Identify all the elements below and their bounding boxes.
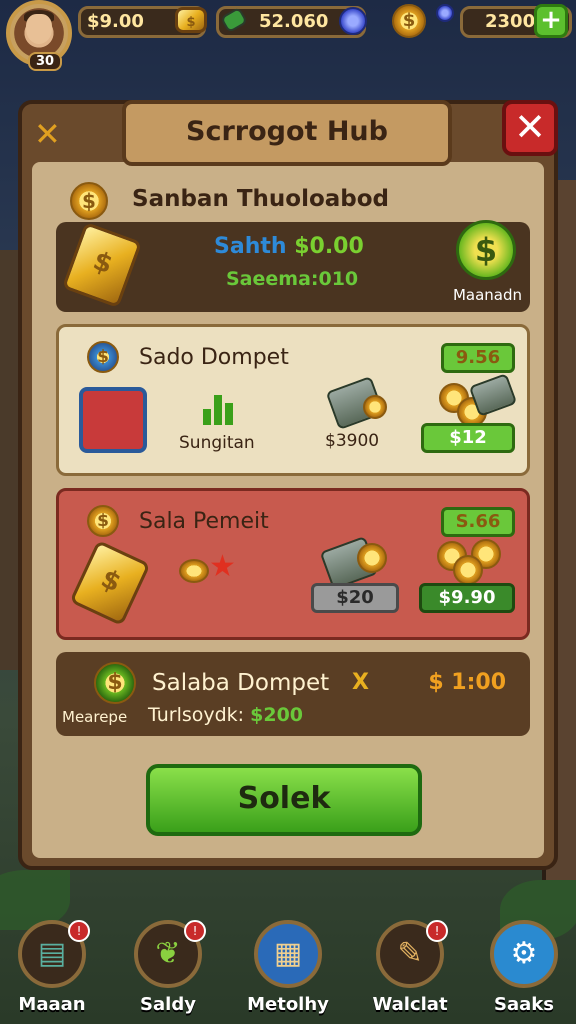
gold-counter[interactable]: $9.00 $ [78,6,207,38]
coin-pile-icon [453,555,483,585]
map-icon: ▤ [37,936,67,971]
wallet-price-button[interactable]: $9.90 [419,583,515,613]
gold-counter-value: $9.00 [87,11,144,32]
summary-amount: $ 1:00 [428,670,506,695]
blue-gem-icon [436,4,454,22]
wrench-icon: ✎ [397,936,423,971]
wallet-coin-icon: $ [87,341,119,373]
star-icon: ★ [209,549,236,584]
gold-bar-icon: $ [175,7,207,33]
nav-item-wrench[interactable]: ✎ ! Walclat [362,920,458,1024]
nav-circle: ▦ [254,920,322,988]
cash-icon [219,6,249,34]
bottom-navigation: ▤ ! Maaan ❦ ! Saldy ▦ Metolhy ✎ ! Walcla… [0,910,576,1024]
wallet-coin-icon: $ [87,505,119,537]
notification-badge: ! [184,920,206,942]
wallet-card[interactable]: $ Sado Dompet 9.56 Sungitan $3900 $12 [56,324,530,476]
summary-right-text: Turlsoydk: [148,704,245,726]
wallet-amount: $3900 [325,431,380,451]
gold-bar-icon: $ [69,539,151,627]
summary-right-value: $200 [250,704,304,726]
gear-icon: ⚙ [510,936,538,971]
nav-item-calendar[interactable]: ▦ Metolhy [240,920,336,1024]
wallet-badge: 9.56 [441,343,515,373]
summary-card: $ Salaba Dompet X $ 1:00 Mearepe Turlsoy… [56,652,530,736]
notification-badge: ! [426,920,448,942]
section-coin-icon: $ [70,182,108,220]
wallet-item-label: Sungitan [179,433,255,453]
treasure-chest-icon [79,387,147,453]
wallet-badge: S.66 [441,507,515,537]
summary-coin-icon: $ [94,662,136,704]
nav-label: Maaan [18,994,86,1015]
wallet-secondary-price[interactable]: $20 [311,583,399,613]
nav-label: Saldy [140,994,196,1015]
coin-icon [363,395,387,419]
nav-circle: ⚙ [490,920,558,988]
avatar-face [26,14,52,44]
nav-item-plant[interactable]: ❦ ! Saldy [120,920,216,1024]
bar-chart-icon [203,395,233,425]
hub-panel: ✕ Scrrogot Hub ✕ $ Sanban Thuoloabod $ S… [18,100,558,870]
balance-subtitle: Saeema:010 [226,268,359,290]
nav-label: Saaks [494,994,554,1015]
gem-icon [339,7,367,35]
nav-label: Metolhy [247,994,329,1015]
gold-bar-icon: $ [61,221,143,309]
wallet-price-button[interactable]: $12 [421,423,515,453]
coin-icon [179,559,209,583]
back-x-icon[interactable]: ✕ [34,118,61,150]
section-title: Sanban Thuoloabod [132,186,389,212]
summary-left-label: Mearepe [62,708,128,726]
nav-item-settings[interactable]: ⚙ Saaks [476,920,572,1024]
cash-counter-value: 52.060 [259,11,329,32]
balance-card: $ Sahth $0.00 Saeema:010 $ Maanadn [56,220,530,312]
plant-icon: ❦ [155,936,181,971]
close-button[interactable]: ✕ [502,100,558,156]
select-button[interactable]: Solek [146,764,422,836]
top-bar: 30 $9.00 $ 52.060 $ 2300 + [0,0,576,71]
nav-item-map[interactable]: ▤ ! Maaan [4,920,100,1024]
gem-counter-value: 2300 [485,11,536,32]
wallet-card[interactable]: $ Sala Pemeit S.66 $ ★ $20 $9.90 [56,488,530,640]
cash-counter[interactable]: 52.060 [216,6,367,38]
balance-label-text: Sahth [214,234,287,259]
balance-label: Sahth $0.00 [214,234,364,259]
summary-mark: X [352,670,369,695]
wallet-title: Sado Dompet [139,345,289,370]
nav-label: Walclat [372,994,448,1015]
summary-title: Salaba Dompet [152,670,330,696]
balance-value: $0.00 [294,234,364,259]
coin-icon [357,543,387,573]
add-currency-button[interactable]: + [534,4,568,38]
manage-button-label: Maanadn [452,286,522,304]
wallet-title: Sala Pemeit [139,509,269,534]
panel-title: Scrrogot Hub [122,100,452,166]
calendar-grid-icon: ▦ [273,936,303,971]
manage-coin-button[interactable]: $ [456,220,516,280]
notification-badge: ! [68,920,90,942]
coin-icon: $ [392,4,426,38]
summary-right-label: Turlsoydk: $200 [148,704,303,726]
level-badge: 30 [28,52,63,71]
